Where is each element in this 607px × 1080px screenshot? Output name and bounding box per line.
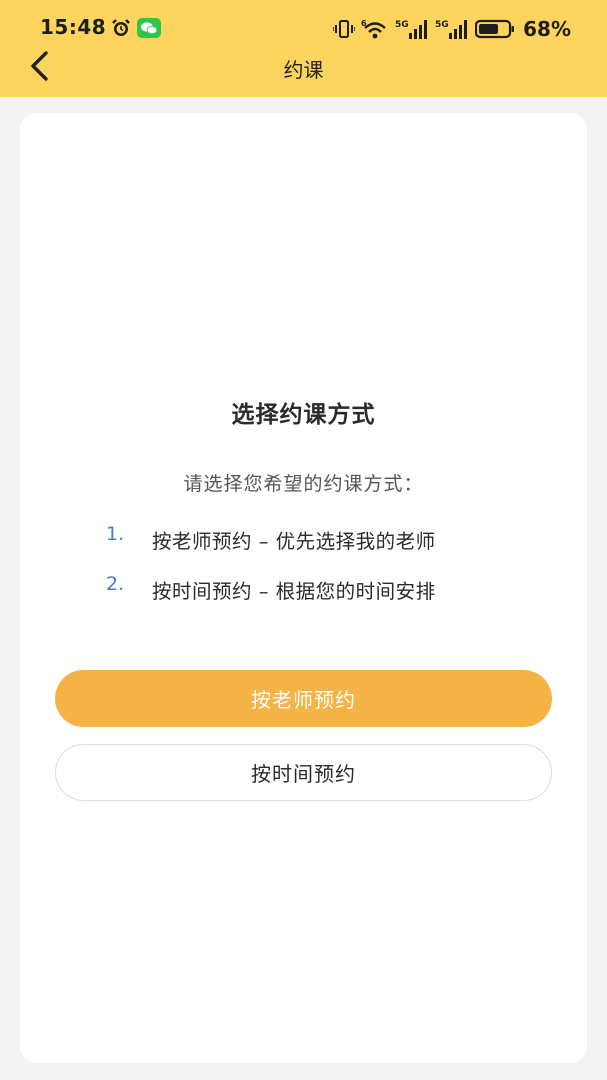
booking-method-card: 选择约课方式 请选择您希望的约课方式： 1. 按老师预约 – 优先选择我的老师 … xyxy=(20,113,587,1063)
wifi-icon: 6 xyxy=(361,19,386,39)
battery-percent: 68% xyxy=(523,17,571,41)
list-item-number: 2. xyxy=(106,573,125,595)
book-by-teacher-button[interactable]: 按老师预约 xyxy=(55,670,552,727)
status-icons: 6 5G 5G 68% xyxy=(333,16,571,42)
option-list: 1. 按老师预约 – 优先选择我的老师 2. 按时间预约 – 根据您的时间安排 xyxy=(106,521,556,621)
list-item-text: 按时间预约 – 根据您的时间安排 xyxy=(152,580,436,603)
battery-fill xyxy=(479,24,499,34)
page-title: 约课 xyxy=(283,58,324,82)
wechat-icon xyxy=(137,18,161,38)
list-item-number: 1. xyxy=(106,523,125,545)
book-by-time-button[interactable]: 按时间预约 xyxy=(55,744,552,801)
list-item: 2. 按时间预约 – 根据您的时间安排 xyxy=(106,571,556,621)
status-time: 15:48 xyxy=(40,15,107,39)
header: 15:48 6 5G 5G 68% 约课 xyxy=(0,0,607,97)
list-item-text: 按老师预约 – 优先选择我的老师 xyxy=(152,530,436,553)
signal-icon: 5G xyxy=(395,20,428,39)
alarm-icon xyxy=(112,19,130,36)
network-label-1: 5G xyxy=(395,20,409,30)
card-title: 选择约课方式 xyxy=(231,402,376,428)
signal-icon: 5G xyxy=(435,20,468,39)
nav-bar: 约课 xyxy=(0,40,607,92)
list-item: 1. 按老师预约 – 优先选择我的老师 xyxy=(106,521,556,571)
card-subtitle: 请选择您希望的约课方式： xyxy=(183,473,424,495)
vibrate-icon xyxy=(333,20,356,38)
network-label-2: 5G xyxy=(435,20,449,30)
battery-icon xyxy=(475,19,515,39)
